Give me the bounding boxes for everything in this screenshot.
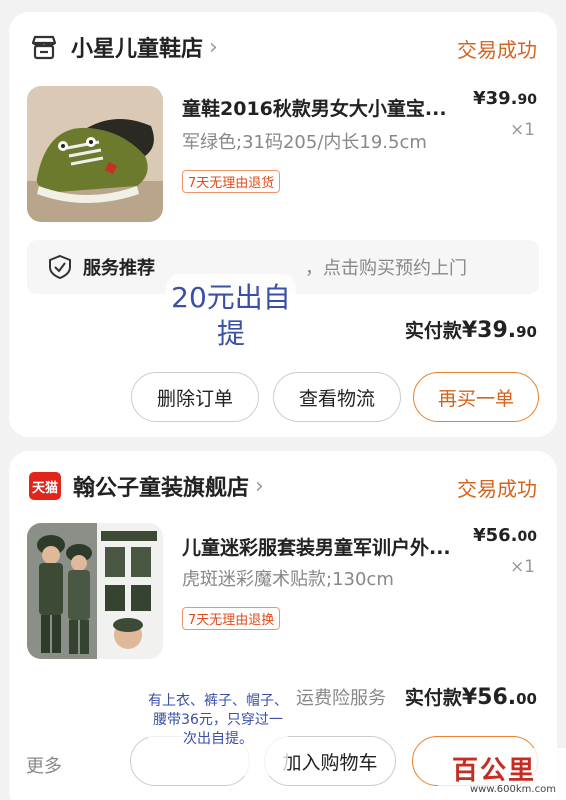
delete-order-button[interactable]: 删除订单 <box>131 372 259 422</box>
seller-note-1: 20元出自提 <box>166 274 296 360</box>
product-title[interactable]: 儿童迷彩服套装男童军训户外... <box>182 533 472 560</box>
paid-label: 实付款 <box>404 687 462 709</box>
price-cents: 00 <box>517 529 537 545</box>
shop-link-1[interactable]: 小星儿童鞋店 › <box>29 32 218 62</box>
paid-amount: 实付款¥39.90 <box>405 316 537 343</box>
service-desc: ，点击购买预约上门 <box>305 258 467 279</box>
more-link[interactable]: 更多 <box>26 752 62 778</box>
order-card-1: 小星儿童鞋店 › 交易成功 童鞋2016秋款男女大小童宝... ¥39.90 军… <box>9 12 557 437</box>
product-image[interactable] <box>27 86 163 222</box>
seller-note-2: 有上衣、裤子、帽子、腰带36元，只穿过一次出自提。 <box>148 690 288 776</box>
price-main: ¥39. <box>473 88 518 109</box>
shield-check-icon <box>47 254 73 280</box>
chevron-right-icon: › <box>209 34 218 60</box>
return-policy-tag: 7天无理由退换 <box>182 607 281 630</box>
product-qty: ×1 <box>509 557 535 577</box>
product-title[interactable]: 童鞋2016秋款男女大小童宝... <box>182 94 472 121</box>
shipping-insurance-text: 运费险服务 <box>296 688 386 709</box>
tmall-badge-icon: 天猫 <box>29 472 61 500</box>
product-price: ¥39.90 <box>473 88 537 109</box>
watermark-url: www.600km.com <box>470 784 556 795</box>
view-logistics-button[interactable]: 查看物流 <box>273 372 401 422</box>
paid-value: ¥56. <box>461 685 517 710</box>
watermark-logo: 百公里 www.600km.com <box>438 748 566 800</box>
order-status: 交易成功 <box>457 477 537 501</box>
product-image[interactable] <box>27 523 163 659</box>
chevron-right-icon: › <box>255 473 264 499</box>
shop-name: 小星儿童鞋店 <box>71 37 204 62</box>
product-spec: 虎斑迷彩魔术贴款;130cm <box>182 569 394 590</box>
paid-amount: 实付款¥56.00 <box>405 683 537 710</box>
store-icon <box>29 32 59 62</box>
product-qty: ×1 <box>509 120 535 140</box>
product-price: ¥56.00 <box>473 525 537 546</box>
order-status: 交易成功 <box>457 38 537 62</box>
paid-label: 实付款 <box>404 320 462 342</box>
return-policy-tag: 7天无理由退货 <box>182 170 281 193</box>
price-main: ¥56. <box>473 525 518 546</box>
price-cents: 90 <box>517 92 537 108</box>
shop-name: 翰公子童装旗舰店 <box>73 476 250 501</box>
paid-cents: 90 <box>516 323 537 341</box>
service-label: 服务推荐 <box>83 258 155 279</box>
buy-again-button[interactable]: 再买一单 <box>413 372 539 422</box>
paid-value: ¥39. <box>461 318 517 343</box>
watermark-title: 百公里 <box>452 756 537 786</box>
shop-link-2[interactable]: 天猫 翰公子童装旗舰店 › <box>29 471 264 501</box>
product-spec: 军绿色;31码205/内长19.5cm <box>182 132 427 153</box>
paid-cents: 00 <box>516 690 537 708</box>
